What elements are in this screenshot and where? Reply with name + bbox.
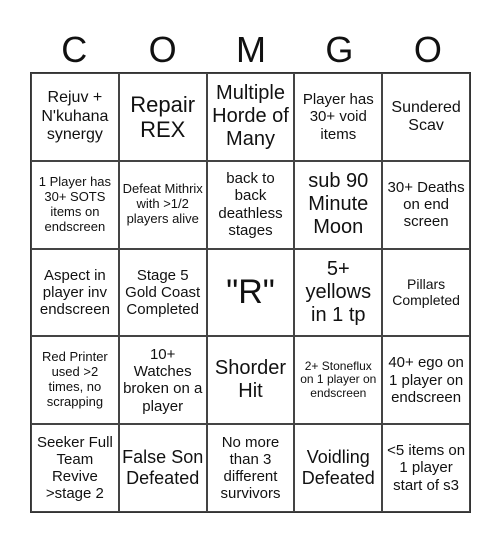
bingo-cell[interactable]: Stage 5 Gold Coast Completed <box>118 248 207 337</box>
bingo-cell[interactable]: 2+ Stoneflux on 1 player on endscreen <box>294 336 383 425</box>
bingo-cell[interactable]: 30+ Deaths on end screen <box>382 160 470 249</box>
bingo-cell[interactable]: Red Printer used >2 times, no scrapping <box>31 336 119 425</box>
bingo-cell[interactable]: Sundered Scav <box>382 73 470 161</box>
bingo-cell[interactable]: Voidling Defeated <box>294 424 383 512</box>
bingo-cell[interactable]: sub 90 Minute Moon <box>294 160 383 249</box>
header-letter: M <box>236 29 267 70</box>
bingo-cell[interactable]: <5 items on 1 player start of s3 <box>382 424 470 512</box>
bingo-cell[interactable]: No more than 3 different survivors <box>206 424 295 512</box>
bingo-cell[interactable]: 10+ Watches broken on a player <box>118 336 207 425</box>
bingo-cell[interactable]: 1 Player has 30+ SOTS items on endscreen <box>31 160 119 249</box>
header-letter: O <box>148 29 177 70</box>
bingo-cell[interactable]: 40+ ego on 1 player on endscreen <box>382 336 470 425</box>
bingo-cell[interactable]: Multiple Horde of Many <box>206 73 295 161</box>
bingo-cell[interactable]: Repair REX <box>118 73 207 161</box>
bingo-cell[interactable]: 5+ yellows in 1 tp <box>294 248 383 337</box>
bingo-cell[interactable]: Defeat Mithrix with >1/2 players alive <box>118 160 207 249</box>
bingo-cell[interactable]: Aspect in player inv endscreen <box>31 248 119 337</box>
bingo-cell[interactable]: Rejuv + N'kuhana synergy <box>31 73 119 161</box>
bingo-cell[interactable]: False Son Defeated <box>118 424 207 512</box>
bingo-cell[interactable]: Player has 30+ void items <box>294 73 383 161</box>
header-letter: C <box>61 29 88 70</box>
bingo-cell[interactable]: back to back deathless stages <box>206 160 295 249</box>
bingo-cell[interactable]: Pillars Completed <box>382 248 470 337</box>
bingo-cell[interactable]: Seeker Full Team Revive >stage 2 <box>31 424 119 512</box>
bingo-cell[interactable]: Shorder Hit <box>206 336 295 425</box>
header-letter: G <box>325 29 354 70</box>
bingo-grid: Rejuv + N'kuhana synergy Repair REX Multip… <box>30 72 471 513</box>
bingo-header: C O M G O <box>30 28 472 72</box>
header-letter: O <box>413 29 442 70</box>
bingo-cell[interactable]: "R" <box>206 248 295 337</box>
